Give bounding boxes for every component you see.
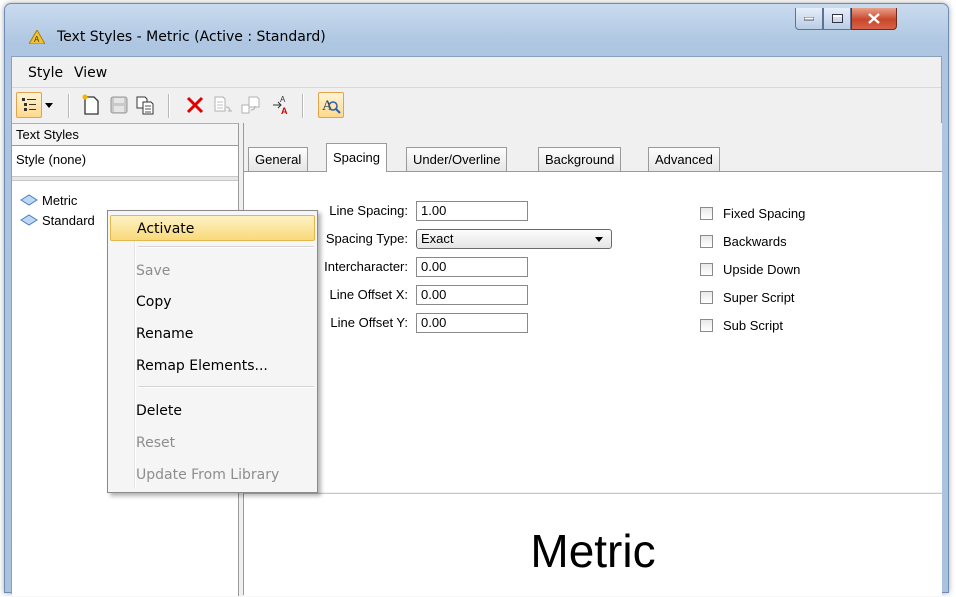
menu-item-reset: Reset xyxy=(136,435,176,451)
super-script-checkbox[interactable]: Super Script xyxy=(700,287,795,307)
menu-bar: Style View xyxy=(12,57,941,88)
new-style-button[interactable] xyxy=(78,92,104,118)
spacing-type-value: Exact xyxy=(421,231,454,246)
update-from-library-button[interactable] xyxy=(238,92,264,118)
checkbox-box[interactable] xyxy=(700,206,713,220)
tab-under-overline[interactable]: Under/Overline xyxy=(406,147,508,171)
intercharacter-input[interactable]: 0.00 xyxy=(416,257,528,277)
save-icon xyxy=(110,96,128,114)
update-from-library-icon xyxy=(241,96,260,114)
checkbox-box[interactable] xyxy=(700,262,713,276)
line-spacing-input[interactable]: 1.00 xyxy=(416,201,528,221)
tree-item-label: Metric xyxy=(42,192,78,208)
reset-button[interactable] xyxy=(210,92,236,118)
spacing-type-select[interactable]: Exact xyxy=(416,229,612,249)
delete-icon xyxy=(186,96,204,114)
menu-separator xyxy=(138,246,314,248)
menu-separator xyxy=(138,386,314,388)
checkbox-label: Sub Script xyxy=(723,317,783,333)
tree-item-standard[interactable]: Standard xyxy=(20,210,95,230)
sub-script-checkbox[interactable]: Sub Script xyxy=(700,315,783,335)
toolbar: A A A xyxy=(12,88,941,122)
tab-background[interactable]: Background xyxy=(538,147,622,171)
checkbox-box[interactable] xyxy=(700,234,713,248)
list-view-icon xyxy=(22,98,36,111)
remap-icon: A A xyxy=(273,95,288,116)
svg-text:A: A xyxy=(280,95,286,104)
tab-general[interactable]: General xyxy=(248,147,309,171)
preview-icon: A xyxy=(322,98,341,114)
checkbox-label: Fixed Spacing xyxy=(723,205,806,221)
remap-button[interactable]: A A xyxy=(268,92,294,118)
checkbox-box[interactable] xyxy=(700,290,713,304)
list-view-button[interactable] xyxy=(16,92,42,118)
view-dropdown-button[interactable] xyxy=(42,92,56,118)
checkbox-label: Backwards xyxy=(723,233,787,249)
tab-advanced[interactable]: Advanced xyxy=(648,147,720,171)
reset-icon xyxy=(214,96,232,112)
backwards-checkbox[interactable]: Backwards xyxy=(700,231,787,251)
toolbar-separator xyxy=(168,94,170,118)
copy-style-button[interactable] xyxy=(132,92,158,118)
toolbar-separator xyxy=(68,94,70,118)
spacing-tab-panel: Line Spacing: 1.00 Spacing Type: Exact I… xyxy=(244,171,942,492)
line-offset-y-input[interactable]: 0.00 xyxy=(416,313,528,333)
tab-spacing[interactable]: Spacing xyxy=(326,143,387,172)
context-menu: Activate Save Copy Rename Remap Elements… xyxy=(107,210,318,493)
pane-divider xyxy=(12,176,238,181)
app-icon: A xyxy=(29,30,45,44)
menu-item-remap-elements[interactable]: Remap Elements... xyxy=(110,353,315,379)
dropdown-arrow-icon xyxy=(45,102,53,108)
chevron-down-icon xyxy=(595,237,603,242)
style-preview-area: Metric xyxy=(244,493,942,596)
copy-icon xyxy=(136,96,154,115)
checkbox-box[interactable] xyxy=(700,318,713,332)
menu-item-update-from-library: Update From Library xyxy=(136,467,280,483)
checkbox-label: Super Script xyxy=(723,289,795,305)
preview-button[interactable]: A xyxy=(318,92,344,118)
upside-down-checkbox[interactable]: Upside Down xyxy=(700,259,800,279)
menu-item-activate[interactable]: Activate xyxy=(110,215,315,241)
window-title: Text Styles - Metric (Active : Standard) xyxy=(57,29,326,45)
tree-item-label: Standard xyxy=(42,212,95,228)
minimize-icon xyxy=(804,16,814,20)
delete-button[interactable] xyxy=(182,92,208,118)
toolbar-separator xyxy=(302,94,304,118)
close-button[interactable] xyxy=(851,8,897,30)
preview-text: Metric xyxy=(530,525,656,577)
text-styles-header[interactable]: Text Styles xyxy=(12,124,238,146)
minimize-button[interactable] xyxy=(795,8,823,30)
style-properties-pane: General Spacing Under/Overline Backgroun… xyxy=(244,123,942,596)
checkbox-label: Upside Down xyxy=(723,261,801,277)
svg-text:A: A xyxy=(322,98,333,114)
close-icon xyxy=(868,13,880,24)
line-offset-x-input[interactable]: 0.00 xyxy=(416,285,528,305)
menu-item-delete[interactable]: Delete xyxy=(110,398,315,424)
svg-text:A: A xyxy=(281,106,288,116)
text-style-icon xyxy=(20,214,38,226)
menu-view[interactable]: View xyxy=(74,65,107,81)
save-button[interactable] xyxy=(106,92,132,118)
style-none-label: Style (none) xyxy=(16,152,87,167)
maximize-icon xyxy=(831,14,843,23)
svg-text:A: A xyxy=(34,35,40,44)
menu-item-copy[interactable]: Copy xyxy=(110,289,315,315)
text-style-icon xyxy=(20,194,38,206)
fixed-spacing-checkbox[interactable]: Fixed Spacing xyxy=(700,203,805,223)
new-style-icon xyxy=(82,94,99,115)
menu-item-rename[interactable]: Rename xyxy=(110,321,315,347)
menu-style[interactable]: Style xyxy=(28,65,63,81)
tree-item-metric[interactable]: Metric xyxy=(20,190,77,210)
maximize-button[interactable] xyxy=(823,8,851,30)
menu-item-save: Save xyxy=(136,263,171,279)
